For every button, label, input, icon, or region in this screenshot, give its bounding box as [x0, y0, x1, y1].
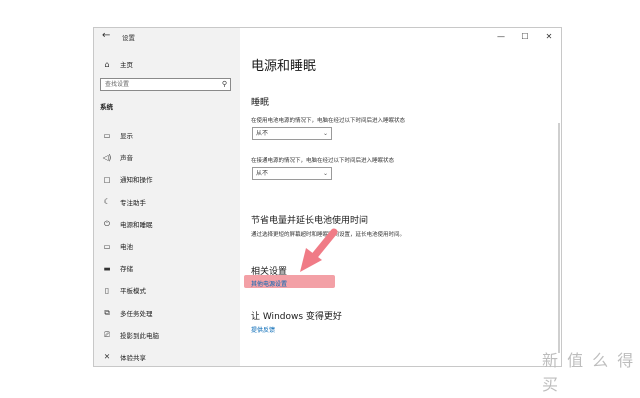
annotation-arrow [300, 228, 338, 272]
watermark: 新 值 么 得 买 [542, 351, 636, 394]
